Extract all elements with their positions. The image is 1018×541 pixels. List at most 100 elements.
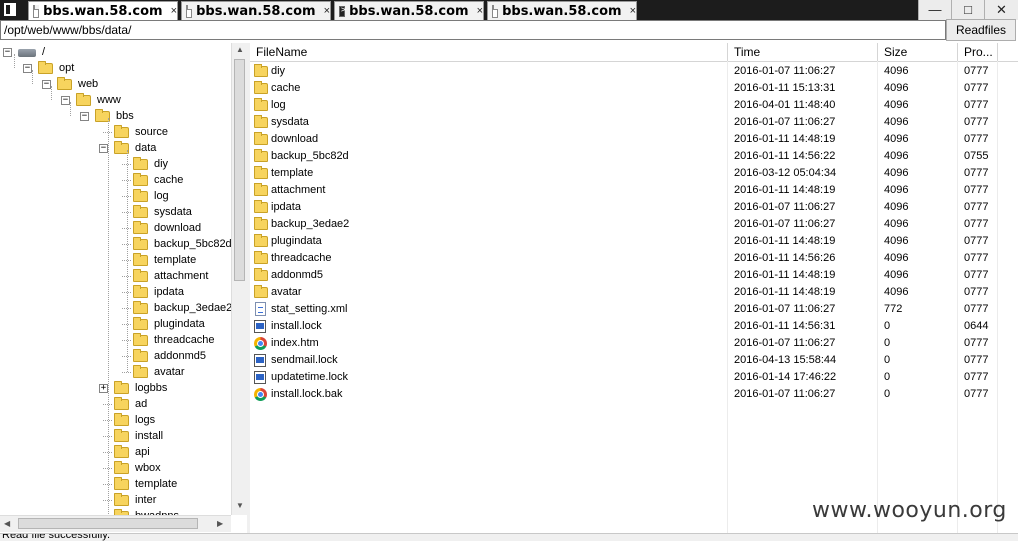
path-input[interactable]: /opt/web/www/bbs/data/ bbox=[0, 20, 946, 40]
file-row[interactable]: threadcache 2016-01-11 14:56:26 4096 0777 bbox=[250, 250, 1018, 267]
tree-node[interactable]: + logbbs bbox=[0, 380, 231, 396]
collapse-icon[interactable]: − bbox=[61, 96, 70, 105]
tree-node[interactable]: ipdata bbox=[0, 284, 231, 300]
tab-close-icon[interactable]: × bbox=[630, 5, 636, 17]
file-row[interactable]: index.htm 2016-01-07 11:06:27 0 0777 bbox=[250, 335, 1018, 352]
column-header-filename[interactable]: FileName bbox=[250, 43, 728, 61]
tree-node[interactable]: inter bbox=[0, 492, 231, 508]
tab-3[interactable]: bbs.wan.58.com × bbox=[334, 1, 484, 20]
scroll-down-icon[interactable]: ▼ bbox=[236, 501, 244, 510]
tree-node[interactable]: install bbox=[0, 428, 231, 444]
tree-node[interactable]: sysdata bbox=[0, 204, 231, 220]
tree-node[interactable]: logs bbox=[0, 412, 231, 428]
tab-close-icon[interactable]: × bbox=[477, 5, 483, 17]
tree-horizontal-scrollbar[interactable]: ◀ ▶ bbox=[0, 515, 231, 532]
file-row[interactable]: plugindata 2016-01-11 14:48:19 4096 0777 bbox=[250, 233, 1018, 250]
tree-node[interactable]: log bbox=[0, 188, 231, 204]
file-list[interactable]: FileName Time Size Pro... diy 2016-01-07 … bbox=[250, 43, 1018, 533]
tree-node[interactable]: threadcache bbox=[0, 332, 231, 348]
tree-node[interactable]: template bbox=[0, 252, 231, 268]
tree-node[interactable]: backup_5bc82d bbox=[0, 236, 232, 252]
tree-node[interactable]: − web bbox=[0, 76, 231, 92]
column-header-size[interactable]: Size bbox=[878, 43, 958, 61]
tree-vscroll-thumb[interactable] bbox=[234, 59, 245, 281]
tree-node[interactable]: cache bbox=[0, 172, 231, 188]
file-row[interactable]: download 2016-01-11 14:48:19 4096 0777 bbox=[250, 131, 1018, 148]
tree-hscroll-thumb[interactable] bbox=[18, 518, 198, 529]
scroll-left-icon[interactable]: ◀ bbox=[4, 519, 10, 528]
collapse-icon[interactable]: − bbox=[3, 48, 12, 57]
tab-close-icon[interactable]: × bbox=[171, 5, 177, 17]
folder-icon bbox=[114, 461, 129, 474]
tree-node[interactable]: template bbox=[0, 476, 231, 492]
file-row[interactable]: backup_3edae2 2016-01-07 11:06:27 4096 0777 bbox=[250, 216, 1018, 233]
folder-icon bbox=[133, 301, 148, 314]
close-window-button[interactable]: ✕ bbox=[984, 0, 1018, 20]
file-row[interactable]: addonmd5 2016-01-11 14:48:19 4096 0777 bbox=[250, 267, 1018, 284]
file-row[interactable]: template 2016-03-12 05:04:34 4096 0777 bbox=[250, 165, 1018, 182]
tree-vertical-scrollbar[interactable]: ▲ ▼ bbox=[231, 43, 247, 515]
app-menu-icon[interactable] bbox=[4, 3, 16, 16]
tree-node-label: wbox bbox=[135, 462, 161, 474]
tree-node[interactable]: plugindata bbox=[0, 316, 231, 332]
file-row[interactable]: install.lock.bak 2016-01-07 11:06:27 0 0777 bbox=[250, 386, 1018, 403]
tree-node[interactable]: diy bbox=[0, 156, 231, 172]
file-row[interactable]: install.lock 2016-01-11 14:56:31 0 0644 bbox=[250, 318, 1018, 335]
tree-node[interactable]: − / bbox=[0, 44, 231, 60]
tree-node[interactable]: ad bbox=[0, 396, 231, 412]
collapse-icon[interactable]: − bbox=[99, 144, 108, 153]
tree-node-label: opt bbox=[59, 62, 75, 74]
file-row[interactable]: ipdata 2016-01-07 11:06:27 4096 0777 bbox=[250, 199, 1018, 216]
file-row[interactable]: sendmail.lock 2016-04-13 15:58:44 0 0777 bbox=[250, 352, 1018, 369]
file-row[interactable]: updatetime.lock 2016-01-14 17:46:22 0 0777 bbox=[250, 369, 1018, 386]
file-row[interactable]: stat_setting.xml 2016-01-07 11:06:27 772 07… bbox=[250, 301, 1018, 318]
tab-2[interactable]: bbs.wan.58.com × bbox=[181, 1, 331, 20]
file-row[interactable]: sysdata 2016-01-07 11:06:27 4096 0777 bbox=[250, 114, 1018, 131]
file-row[interactable]: avatar 2016-01-11 14:48:19 4096 0777 bbox=[250, 284, 1018, 301]
file-permission-text: 0777 bbox=[964, 371, 989, 383]
tree-node[interactable]: backup_3edae2 bbox=[0, 300, 233, 316]
file-row[interactable]: attachment 2016-01-11 14:48:19 4096 0777 bbox=[250, 182, 1018, 199]
tree-node[interactable]: − bbs bbox=[0, 108, 231, 124]
minimize-button[interactable]: — bbox=[918, 0, 951, 20]
file-time: 2016-01-11 14:56:22 bbox=[728, 148, 878, 165]
file-size: 4096 bbox=[878, 199, 958, 216]
file-size-text: 0 bbox=[884, 388, 891, 400]
tab-close-icon[interactable]: × bbox=[324, 5, 330, 17]
tree-node[interactable]: avatar bbox=[0, 364, 231, 380]
maximize-button[interactable]: □ bbox=[951, 0, 984, 20]
tree-node[interactable]: api bbox=[0, 444, 231, 460]
file-size: 4096 bbox=[878, 182, 958, 199]
file-row[interactable]: diy 2016-01-07 11:06:27 4096 0777 bbox=[250, 63, 1018, 80]
column-header-time[interactable]: Time bbox=[728, 43, 878, 61]
scroll-up-icon[interactable]: ▲ bbox=[236, 45, 244, 54]
file-list-header: FileName Time Size Pro... bbox=[250, 43, 1018, 62]
file-row[interactable]: cache 2016-01-11 15:13:31 4096 0777 bbox=[250, 80, 1018, 97]
tree-node-label: sysdata bbox=[154, 206, 192, 218]
tree-node[interactable]: − www bbox=[0, 92, 231, 108]
file-name-text: download bbox=[271, 133, 319, 145]
tree-node[interactable]: − opt bbox=[0, 60, 231, 76]
tree-node[interactable]: wbox bbox=[0, 460, 231, 476]
tab-4[interactable]: bbs.wan.58.com × bbox=[487, 1, 637, 20]
tree-node-label: backup_3edae2 bbox=[154, 302, 233, 314]
expand-icon[interactable]: + bbox=[99, 384, 108, 393]
collapse-icon[interactable]: − bbox=[80, 112, 89, 121]
column-header-permission[interactable]: Pro... bbox=[958, 43, 998, 61]
tree-node[interactable]: − data bbox=[0, 140, 231, 156]
tree-node[interactable]: attachment bbox=[0, 268, 231, 284]
tree-node[interactable]: download bbox=[0, 220, 231, 236]
tree-node[interactable]: addonmd5 bbox=[0, 348, 231, 364]
collapse-icon[interactable]: − bbox=[42, 80, 51, 89]
tree-node-label: ad bbox=[135, 398, 148, 410]
tab-1[interactable]: bbs.wan.58.com × bbox=[28, 1, 178, 20]
readfiles-button[interactable]: Readfiles bbox=[946, 19, 1016, 41]
collapse-icon[interactable]: − bbox=[23, 64, 32, 73]
directory-tree[interactable]: − / − opt − web − www − bbs source − data diy cache log… bbox=[0, 43, 248, 533]
file-row[interactable]: log 2016-04-01 11:48:40 4096 0777 bbox=[250, 97, 1018, 114]
file-row[interactable]: backup_5bc82d 2016-01-11 14:56:22 4096 0755 bbox=[250, 148, 1018, 165]
folder-icon bbox=[133, 205, 148, 218]
scroll-right-icon[interactable]: ▶ bbox=[217, 519, 223, 528]
tree-node[interactable]: source bbox=[0, 124, 231, 140]
file-size: 4096 bbox=[878, 80, 958, 97]
